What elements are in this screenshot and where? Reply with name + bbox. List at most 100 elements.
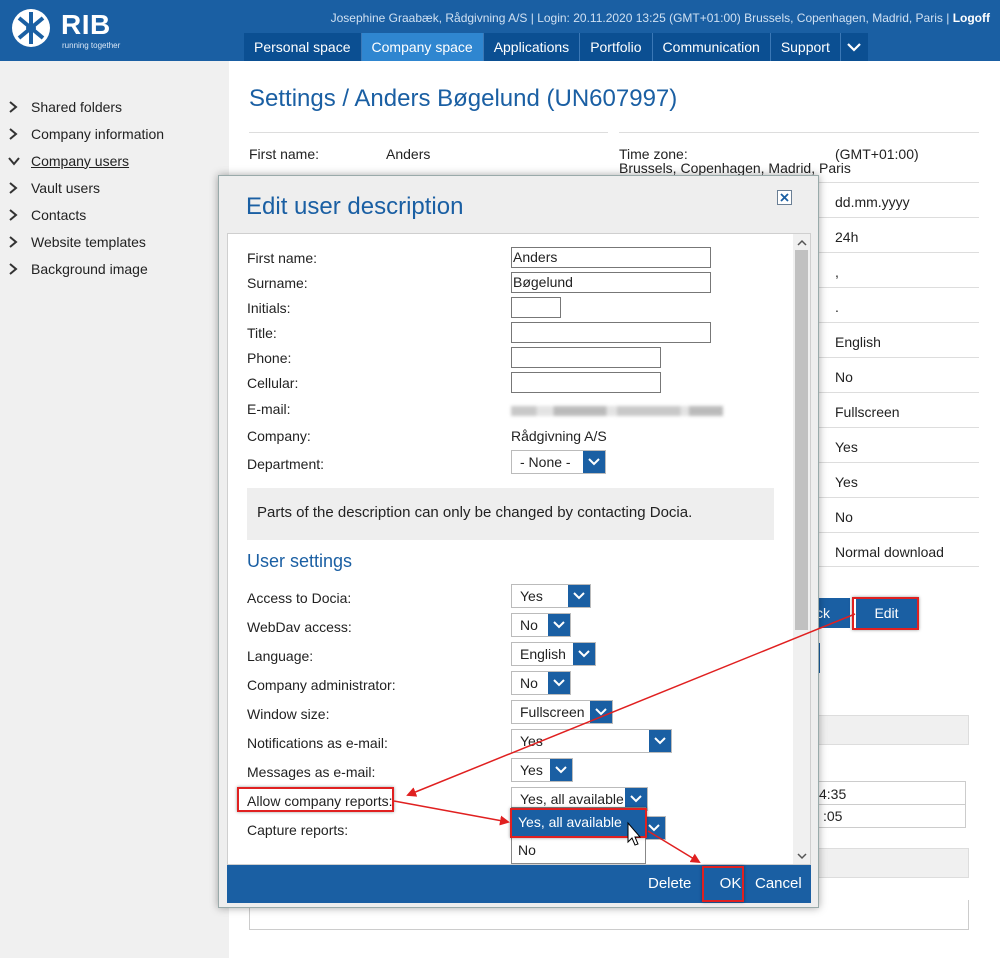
delete-button[interactable]: Delete (648, 865, 691, 903)
nav-more-button[interactable] (840, 33, 868, 61)
close-icon (780, 193, 789, 202)
chevron-down-icon (578, 650, 590, 658)
window-size-select[interactable]: Fullscreen (511, 700, 613, 724)
window-size-value: Fullscreen (520, 704, 585, 720)
sidebar-item-vault-users[interactable]: Vault users (8, 174, 164, 201)
sidebar-item-label: Vault users (31, 179, 100, 196)
setting-row: No (819, 497, 979, 532)
option-highlight-box (510, 808, 647, 838)
initials-label: Initials: (247, 300, 291, 316)
scroll-up-button[interactable] (793, 234, 810, 250)
nav-personal-space[interactable]: Personal space (244, 33, 362, 61)
surname-label: Surname: (247, 275, 308, 291)
chevron-down-icon (553, 621, 565, 629)
sidebar-item-label: Contacts (31, 206, 87, 223)
sidebar-item-label: Website templates (31, 233, 146, 250)
phone-input[interactable] (511, 347, 661, 368)
first-name-row: First name: Anders (249, 132, 608, 172)
nav-portfolio[interactable]: Portfolio (580, 33, 653, 61)
first-name-value: Anders (386, 146, 431, 162)
setting-value: Normal download (835, 544, 944, 560)
setting-value: No (835, 509, 853, 525)
chevron-up-icon (796, 239, 807, 246)
chevron-right-icon (9, 208, 18, 221)
chevron-down-icon (796, 852, 807, 859)
access-select[interactable]: Yes (511, 584, 591, 608)
setting-row: Normal download (819, 532, 979, 567)
setting-value: English (835, 334, 881, 350)
cancel-button[interactable]: Cancel (755, 865, 802, 903)
chevron-down-icon (654, 737, 666, 745)
notifications-select[interactable]: Yes (511, 729, 672, 753)
close-button[interactable] (777, 190, 792, 205)
dialog-scrollbar[interactable] (793, 234, 810, 864)
title-label: Title: (247, 325, 277, 341)
webdav-select[interactable]: No (511, 613, 571, 637)
login-info: Josephine Graabæk, Rådgivning A/S | Logi… (331, 11, 990, 25)
setting-row: No (819, 357, 979, 392)
setting-row: English (819, 322, 979, 357)
department-select[interactable]: - None - (511, 450, 606, 474)
language-select[interactable]: English (511, 642, 596, 666)
email-value-blurred (511, 406, 723, 416)
top-header: RIB running together Josephine Graabæk, … (0, 0, 1000, 61)
main-nav: Personal space Company space Application… (244, 33, 868, 61)
dialog-body: First name: Anders Surname: Bøgelund Ini… (227, 233, 811, 865)
initials-input[interactable] (511, 297, 561, 318)
company-label: Company: (247, 428, 311, 444)
title-input[interactable] (511, 322, 711, 343)
chevron-down-icon (555, 766, 567, 774)
info-message: Parts of the description can only be cha… (247, 488, 774, 540)
first-name-label: First name: (249, 146, 320, 162)
setting-value: Yes (835, 474, 858, 490)
sidebar-item-website-templates[interactable]: Website templates (8, 228, 164, 255)
dropdown-option-no[interactable]: No (512, 836, 645, 864)
ok-highlight-box (702, 866, 744, 902)
company-admin-label: Company administrator: (247, 677, 396, 693)
sidebar-item-company-information[interactable]: Company information (8, 120, 164, 147)
messages-select[interactable]: Yes (511, 758, 573, 782)
chevron-right-icon (9, 100, 18, 113)
language-label: Language: (247, 648, 314, 664)
company-admin-select[interactable]: No (511, 671, 571, 695)
setting-value: , (835, 264, 839, 280)
dialog-title: Edit user description (246, 193, 464, 220)
chevron-down-icon (553, 679, 565, 687)
setting-value: Fullscreen (835, 404, 900, 420)
webdav-value: No (520, 617, 538, 633)
setting-value: 24h (835, 229, 859, 245)
time-value: :05 (823, 808, 843, 824)
logo-tagline: running together (62, 41, 121, 50)
surname-input[interactable]: Bøgelund (511, 272, 711, 293)
first-name-input[interactable]: Anders (511, 247, 711, 268)
phone-label: Phone: (247, 350, 292, 366)
nav-support[interactable]: Support (770, 33, 841, 61)
scroll-down-button[interactable] (793, 848, 810, 864)
time-value: 4:35 (819, 786, 847, 802)
company-admin-value: No (520, 675, 538, 691)
notifications-value: Yes (520, 733, 543, 749)
nav-communication[interactable]: Communication (652, 33, 771, 61)
setting-row: , (819, 252, 979, 287)
access-value: Yes (520, 588, 543, 604)
panel-header (800, 715, 969, 745)
chevron-right-icon (9, 262, 18, 275)
page-title: Settings / Anders Bøgelund (UN607997) (249, 85, 678, 112)
sidebar-item-shared-folders[interactable]: Shared folders (8, 93, 164, 120)
time-zone-city: Brussels, Copenhagen, Madrid, Paris (619, 160, 851, 176)
chevron-down-icon (630, 795, 642, 803)
sidebar-item-contacts[interactable]: Contacts (8, 201, 164, 228)
setting-row: . (819, 287, 979, 322)
scroll-thumb[interactable] (795, 250, 808, 630)
rib-logo-icon (12, 9, 50, 47)
sidebar-item-company-users[interactable]: Company users (8, 147, 164, 174)
logoff-link[interactable]: Logoff (953, 11, 990, 25)
nav-applications[interactable]: Applications (483, 33, 581, 61)
setting-row: 24h (819, 217, 979, 252)
chevron-right-icon (9, 127, 18, 140)
sidebar-item-background-image[interactable]: Background image (8, 255, 164, 282)
cellular-input[interactable] (511, 372, 661, 393)
nav-company-space[interactable]: Company space (361, 33, 484, 61)
setting-value: . (835, 299, 839, 315)
panel-header (800, 848, 969, 878)
